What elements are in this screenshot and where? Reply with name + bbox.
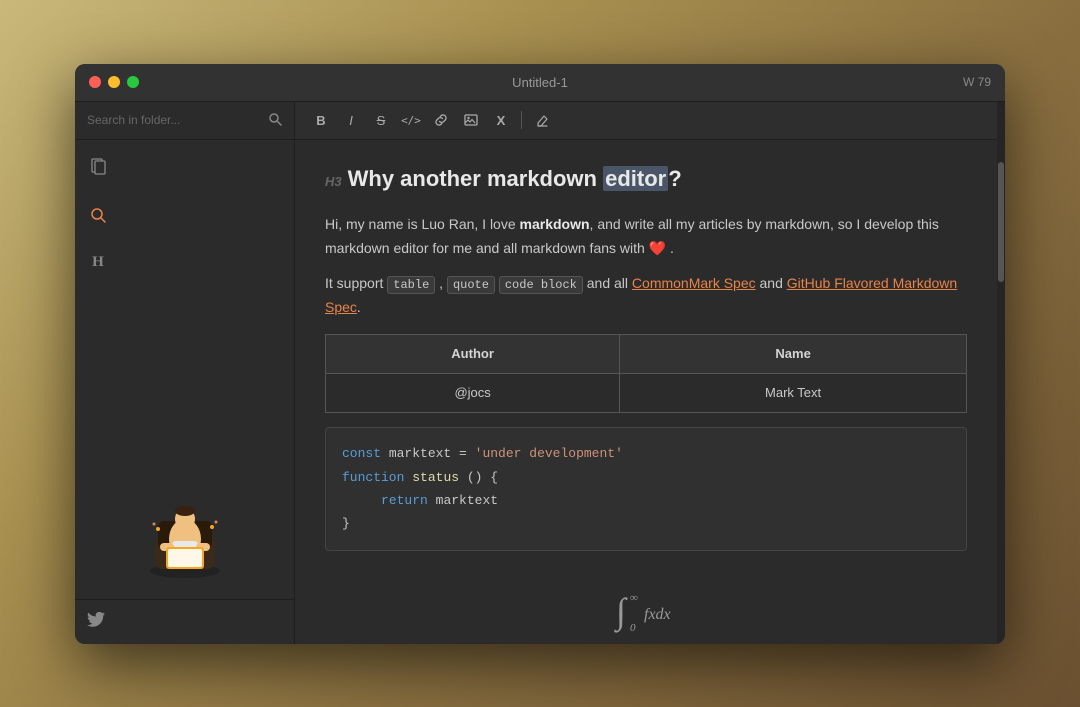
sidebar-icon-list: H (75, 140, 294, 290)
minimize-button[interactable] (108, 76, 120, 88)
word-count: W 79 (963, 75, 991, 89)
para1-pre: Hi, my name is Luo Ran, I love (325, 216, 520, 232)
sidebar-item-headings[interactable]: H (83, 248, 113, 278)
math-expression: ∫ ∞ 0 fxdx (325, 565, 967, 644)
para2-comma1: , (435, 275, 447, 291)
close-button[interactable] (89, 76, 101, 88)
table-cell-name: Mark Text (620, 374, 967, 413)
para2-post: . (357, 299, 361, 315)
code-line-2: function status () { (342, 466, 950, 489)
code-var-name: marktext (389, 446, 459, 461)
heading-text: Why another markdown editor? (348, 160, 682, 197)
math-svg: ∫ ∞ 0 fxdx (606, 585, 686, 635)
code-line-3: return marktext (342, 489, 950, 512)
editor-content[interactable]: H3 Why another markdown editor? Hi, my n… (295, 140, 997, 644)
strikethrough-button[interactable]: S (367, 107, 395, 133)
main-layout: H (75, 102, 1005, 644)
code-table: table (387, 276, 435, 294)
code-keyword-function: function (342, 470, 404, 485)
search-input[interactable] (87, 113, 262, 127)
markdown-table: Author Name @jocs Mark Text (325, 334, 967, 413)
code-string-value: 'under development' (475, 446, 623, 461)
code-line-1: const marktext = 'under development' (342, 442, 950, 465)
app-window: Untitled-1 W 79 (75, 64, 1005, 644)
link-button[interactable] (427, 107, 455, 133)
maximize-button[interactable] (127, 76, 139, 88)
scrollbar-track[interactable] (997, 102, 1005, 644)
commonmark-link[interactable]: CommonMark Spec (632, 275, 756, 291)
code-keyword-return: return (381, 493, 428, 508)
editor-area: B I S </> X (295, 102, 997, 644)
titlebar: Untitled-1 W 79 (75, 64, 1005, 102)
svg-text:∫: ∫ (614, 591, 628, 633)
clear-button[interactable]: X (487, 107, 515, 133)
table-row: @jocs Mark Text (326, 374, 967, 413)
code-params: () { (467, 470, 498, 485)
image-button[interactable] (457, 107, 485, 133)
code-indent (342, 493, 373, 508)
sidebar: H (75, 102, 295, 644)
code-close-brace: } (342, 516, 350, 531)
code-return-val: marktext (436, 493, 498, 508)
traffic-lights (89, 76, 139, 88)
sidebar-item-files[interactable] (83, 152, 113, 182)
eraser-button[interactable] (528, 107, 556, 133)
integral-expression: ∫ ∞ 0 fxdx (606, 585, 686, 644)
code-block: const marktext = 'under development' fun… (325, 427, 967, 551)
svg-text:0: 0 (630, 622, 636, 634)
sidebar-item-search[interactable] (83, 200, 113, 230)
heading-prefix: H3 (325, 171, 342, 193)
code-block-ref: code block (499, 276, 583, 294)
formatting-toolbar: B I S </> X (295, 102, 997, 140)
character-illustration (130, 489, 240, 579)
para1-bold: markdown (520, 216, 590, 232)
heading-highlighted: editor (603, 166, 668, 191)
twitter-icon[interactable] (87, 614, 105, 631)
toolbar-separator (521, 111, 522, 129)
table-header-author: Author (326, 335, 620, 374)
code-equals: = (459, 446, 475, 461)
intro-paragraph: Hi, my name is Luo Ran, I love markdown,… (325, 213, 967, 261)
code-button[interactable]: </> (397, 107, 425, 133)
illustration-area (75, 290, 294, 599)
heading-h3: H3 Why another markdown editor? (325, 160, 967, 197)
code-fn-name: status (412, 470, 459, 485)
scrollbar-thumb[interactable] (998, 162, 1004, 282)
code-line-4: } (342, 512, 950, 535)
para2-and: and (756, 275, 787, 291)
sidebar-bottom (75, 599, 294, 644)
svg-text:∞: ∞ (630, 592, 638, 604)
search-bar (75, 102, 294, 140)
features-paragraph: It support table , quote code block and … (325, 272, 967, 320)
window-title: Untitled-1 (512, 75, 568, 90)
svg-text:fxdx: fxdx (644, 606, 671, 623)
code-quote: quote (447, 276, 495, 294)
italic-button[interactable]: I (337, 107, 365, 133)
table-header-name: Name (620, 335, 967, 374)
bold-button[interactable]: B (307, 107, 335, 133)
search-icon (268, 112, 282, 129)
para2-pre: It support (325, 275, 387, 291)
code-keyword-const: const (342, 446, 381, 461)
para2-mid: and all (583, 275, 632, 291)
table-cell-author: @jocs (326, 374, 620, 413)
